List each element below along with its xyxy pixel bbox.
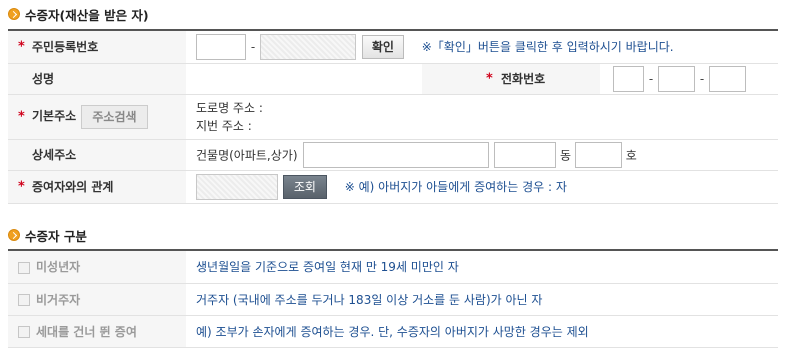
phone-dash-1: - [648, 71, 654, 86]
detail-label-cell: 상세주소 [8, 139, 186, 171]
ho-input[interactable] [574, 141, 622, 168]
address-search-button[interactable]: 주소검색 [81, 104, 148, 129]
relation-lookup-button[interactable]: 조회 [282, 174, 327, 199]
relation-label-cell: * 증여자와의 관계 [8, 170, 186, 204]
section-title-recipient-type: 수증자 구분 [8, 226, 87, 244]
type-label-cell: 세대를 건너 뛴 증여 [8, 315, 186, 348]
address-value-cell: 도로명 주소 : 지번 주소 : [186, 94, 778, 140]
section-title-text: 수증자(재산을 받은 자) [25, 7, 149, 23]
phone-label-cell: * 전화번호 [422, 63, 600, 95]
rrn-note: ※「확인」버튼을 클릭한 후 입력하시기 바랍니다. [421, 40, 674, 55]
building-name-input[interactable] [303, 141, 490, 168]
type-label-cell: 미성년자 [8, 249, 186, 284]
ho-label: 호 [625, 148, 637, 162]
name-label-cell: 성명 [8, 63, 186, 95]
address-label-cell: * 기본주소 주소검색 [8, 94, 186, 140]
dong-label: 동 [559, 148, 572, 162]
phone-dash-2: - [699, 71, 705, 86]
phone-label: 전화번호 [501, 72, 546, 86]
row-name-phone: 성명 * 전화번호 -- [8, 63, 778, 95]
type-row: 세대를 건너 뛴 증여 예) 조부가 손자에게 증여하는 경우. 단, 수증자의… [8, 315, 778, 348]
type-label-cell: 비거주자 [8, 283, 186, 316]
relation-input [196, 173, 278, 200]
required-mark: * [18, 179, 25, 194]
detail-value-cell: 건물명(아파트,상가) 동 호 [186, 139, 778, 171]
rrn-label: 주민등록번호 [32, 40, 99, 55]
type-description: 예) 조부가 손자에게 증여하는 경우. 단, 수증자의 아버지가 사망한 경우… [196, 324, 589, 339]
rrn-front-input[interactable] [196, 33, 246, 60]
name-label: 성명 [32, 72, 55, 86]
lot-address-label: 지번 주소 : [196, 118, 252, 133]
minor-checkbox[interactable] [18, 261, 30, 274]
type-desc-cell: 예) 조부가 손자에게 증여하는 경우. 단, 수증자의 아버지가 사망한 경우… [186, 315, 778, 348]
required-mark: * [18, 39, 25, 55]
type-row: 미성년자 생년월일을 기준으로 증여일 현재 만 19세 미만인 자 [8, 249, 778, 284]
type-label: 미성년자 [36, 260, 81, 275]
relation-value-cell: 조회 ※ 예) 아버지가 아들에게 증여하는 경우 : 자 [186, 170, 778, 204]
non-resident-checkbox[interactable] [18, 294, 30, 306]
rrn-back-input [260, 33, 356, 60]
row-rrn: * 주민등록번호 - 확인 ※「확인」버튼을 클릭한 후 입력하시기 바랍니다. [8, 29, 778, 64]
type-desc-cell: 거주자 (국내에 주소를 두거나 183일 이상 거소를 둔 사람)가 아닌 자 [186, 283, 778, 316]
rrn-value-cell: - 확인 ※「확인」버튼을 클릭한 후 입력하시기 바랍니다. [186, 29, 778, 64]
rrn-label-cell: * 주민등록번호 [8, 29, 186, 64]
type-description: 생년월일을 기준으로 증여일 현재 만 19세 미만인 자 [196, 260, 459, 275]
type-desc-cell: 생년월일을 기준으로 증여일 현재 만 19세 미만인 자 [186, 249, 778, 284]
orange-bullet-icon [8, 8, 20, 20]
type-description: 거주자 (국내에 주소를 두거나 183일 이상 거소를 둔 사람)가 아닌 자 [196, 292, 543, 307]
type-label: 비거주자 [36, 292, 81, 307]
phone-part2-input[interactable] [658, 65, 695, 92]
row-relation: * 증여자와의 관계 조회 ※ 예) 아버지가 아들에게 증여하는 경우 : 자 [8, 170, 778, 204]
generation-skip-checkbox[interactable] [18, 326, 30, 338]
phone-part1-input[interactable] [613, 65, 644, 92]
name-value-cell [186, 63, 422, 95]
required-mark: * [486, 71, 493, 86]
phone-part3-input[interactable] [709, 65, 746, 92]
type-row: 비거주자 거주자 (국내에 주소를 두거나 183일 이상 거소를 둔 사람)가… [8, 283, 778, 316]
recipient-form-table: * 주민등록번호 - 확인 ※「확인」버튼을 클릭한 후 입력하시기 바랍니다.… [8, 29, 778, 204]
relation-label: 증여자와의 관계 [32, 180, 114, 194]
road-address-label: 도로명 주소 : [196, 100, 263, 115]
type-label: 세대를 건너 뛴 증여 [36, 324, 137, 339]
dong-input[interactable] [494, 141, 557, 168]
relation-note: ※ 예) 아버지가 아들에게 증여하는 경우 : 자 [344, 180, 567, 194]
section-title-recipient: 수증자(재산을 받은 자) [8, 5, 149, 23]
rrn-confirm-button[interactable]: 확인 [361, 34, 404, 59]
section-title-text: 수증자 구분 [25, 228, 87, 244]
building-name-label: 건물명(아파트,상가) [196, 148, 298, 162]
rrn-dash: - [250, 39, 256, 54]
phone-value-cell: -- [600, 63, 778, 95]
row-address: * 기본주소 주소검색 도로명 주소 : 지번 주소 : [8, 94, 778, 140]
orange-bullet-icon [8, 229, 20, 241]
required-mark: * [18, 109, 25, 124]
recipient-type-table: 미성년자 생년월일을 기준으로 증여일 현재 만 19세 미만인 자 비거주자 … [8, 249, 778, 348]
row-detail-address: 상세주소 건물명(아파트,상가) 동 호 [8, 139, 778, 171]
detail-address-label: 상세주소 [32, 148, 77, 162]
address-label: 기본주소 [32, 109, 77, 123]
